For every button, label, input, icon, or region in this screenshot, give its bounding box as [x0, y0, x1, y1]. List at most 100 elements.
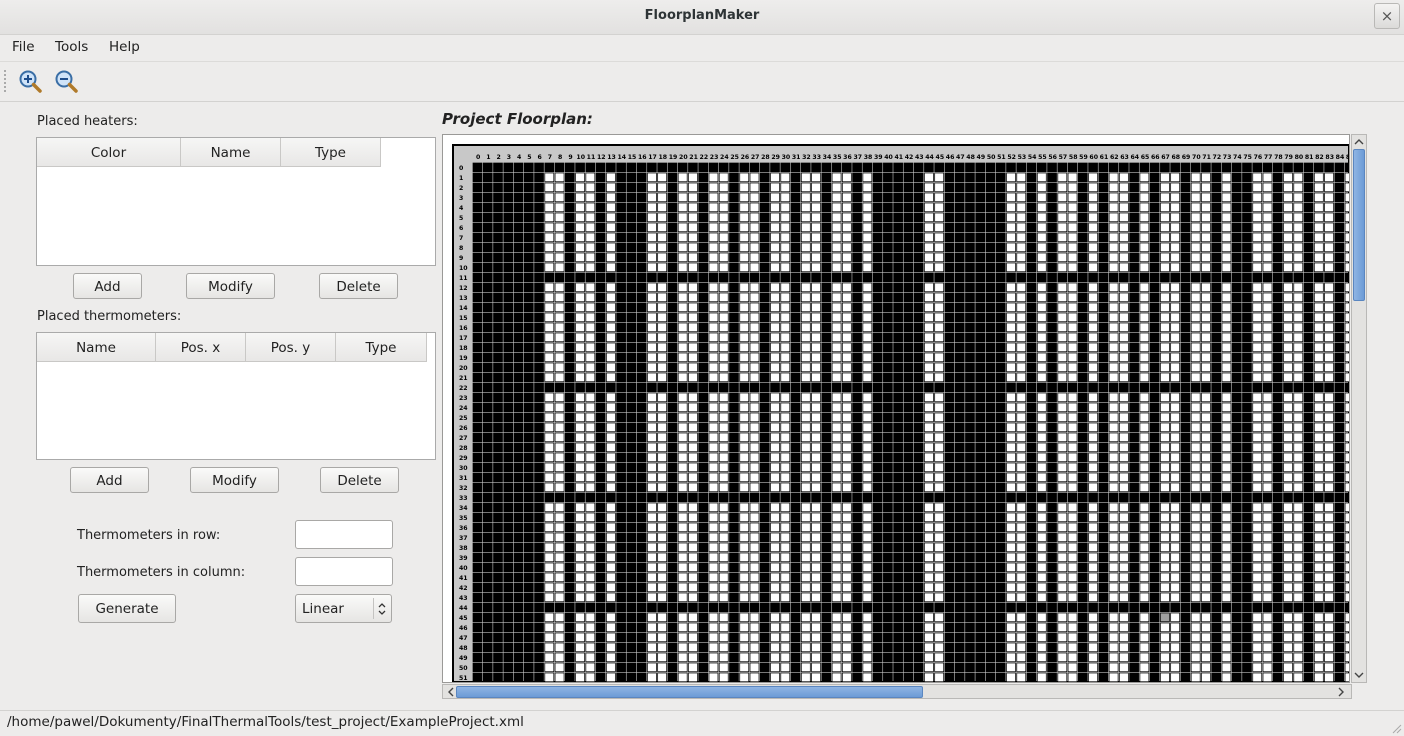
grid-cell[interactable]: [1170, 202, 1180, 213]
grid-cell[interactable]: [862, 362, 873, 373]
grid-cell[interactable]: [1211, 642, 1222, 653]
grid-cell[interactable]: [852, 672, 862, 682]
grid-cell[interactable]: [636, 232, 647, 243]
grid-cell[interactable]: [1211, 512, 1222, 523]
grid-cell[interactable]: [739, 652, 750, 663]
grid-cell[interactable]: [729, 192, 739, 203]
grid-cell[interactable]: [1047, 482, 1057, 493]
grid-cell[interactable]: [883, 302, 893, 313]
grid-cell[interactable]: [893, 642, 903, 653]
grid-cell[interactable]: [1334, 642, 1345, 653]
grid-cell[interactable]: [1324, 502, 1334, 513]
grid-cell[interactable]: [513, 552, 524, 563]
grid-cell[interactable]: [493, 482, 503, 493]
grid-cell[interactable]: [482, 632, 493, 643]
grid-cell[interactable]: [759, 532, 770, 543]
grid-cell[interactable]: [975, 252, 986, 263]
grid-cell[interactable]: [503, 462, 514, 473]
grid-cell[interactable]: [1119, 502, 1129, 513]
grid-cell[interactable]: [1334, 282, 1345, 293]
grid-cell[interactable]: [595, 522, 606, 533]
grid-cell[interactable]: [1139, 582, 1150, 593]
grid-cell[interactable]: [1231, 522, 1242, 533]
grid-cell[interactable]: [985, 342, 996, 353]
grid-cell[interactable]: [1098, 422, 1109, 433]
grid-cell[interactable]: [1057, 182, 1068, 193]
grid-cell[interactable]: [523, 172, 534, 183]
grid-cell[interactable]: [472, 242, 483, 253]
grid-cell[interactable]: [1139, 282, 1150, 293]
grid-cell[interactable]: [636, 482, 647, 493]
grid-cell[interactable]: [472, 212, 483, 223]
grid-cell[interactable]: [800, 362, 811, 373]
grid-cell[interactable]: [564, 182, 575, 193]
grid-cell[interactable]: [759, 342, 770, 353]
grid-cell[interactable]: [985, 422, 996, 433]
grid-cell[interactable]: [534, 642, 544, 653]
grid-cell[interactable]: [1201, 232, 1211, 243]
grid-cell[interactable]: [1283, 642, 1293, 653]
grid-cell[interactable]: [1344, 252, 1349, 263]
grid-cell[interactable]: [636, 622, 647, 633]
heater-delete-button[interactable]: Delete: [319, 273, 398, 299]
grid-cell[interactable]: [944, 612, 955, 623]
grid-cell[interactable]: [1160, 292, 1170, 303]
grid-cell[interactable]: [1098, 322, 1109, 333]
grid-cell[interactable]: [831, 232, 842, 243]
grid-cell[interactable]: [1180, 482, 1191, 493]
grid-cell[interactable]: [872, 332, 883, 343]
grid-cell[interactable]: [903, 182, 914, 193]
grid-cell[interactable]: [1160, 302, 1170, 313]
grid-cell[interactable]: [1006, 662, 1016, 673]
grid-cell[interactable]: [1026, 532, 1037, 543]
grid-cell[interactable]: [770, 492, 780, 503]
grid-cell[interactable]: [1160, 542, 1170, 553]
horizontal-scroll-thumb[interactable]: [456, 686, 923, 698]
grid-cell[interactable]: [1077, 372, 1088, 383]
grid-cell[interactable]: [698, 162, 709, 173]
grid-cell[interactable]: [575, 622, 585, 633]
grid-cell[interactable]: [1139, 292, 1150, 303]
grid-cell[interactable]: [985, 602, 996, 613]
grid-cell[interactable]: [975, 532, 986, 543]
grid-cell[interactable]: [985, 672, 996, 682]
grid-cell[interactable]: [749, 292, 760, 303]
grid-cell[interactable]: [831, 542, 842, 553]
grid-cell[interactable]: [523, 562, 534, 573]
grid-cell[interactable]: [811, 372, 821, 383]
grid-cell[interactable]: [1303, 212, 1314, 223]
grid-cell[interactable]: [1077, 432, 1088, 443]
grid-cell[interactable]: [800, 182, 811, 193]
grid-cell[interactable]: [1252, 642, 1263, 653]
grid-cell[interactable]: [954, 662, 965, 673]
grid-cell[interactable]: [708, 162, 719, 173]
grid-cell[interactable]: [544, 242, 555, 253]
grid-cell[interactable]: [1077, 642, 1088, 653]
grid-cell[interactable]: [944, 672, 955, 682]
grid-cell[interactable]: [975, 562, 986, 573]
grid-cell[interactable]: [1129, 562, 1139, 573]
grid-cell[interactable]: [883, 322, 893, 333]
grid-cell[interactable]: [749, 232, 760, 243]
grid-cell[interactable]: [1252, 252, 1263, 263]
grid-cell[interactable]: [1077, 392, 1088, 403]
grid-cell[interactable]: [965, 592, 975, 603]
grid-cell[interactable]: [493, 282, 503, 293]
grid-cell[interactable]: [1293, 492, 1304, 503]
grid-cell[interactable]: [1016, 312, 1027, 323]
grid-cell[interactable]: [780, 232, 791, 243]
grid-cell[interactable]: [1139, 402, 1150, 413]
grid-cell[interactable]: [872, 602, 883, 613]
grid-cell[interactable]: [862, 662, 873, 673]
grid-cell[interactable]: [780, 522, 791, 533]
grid-cell[interactable]: [1088, 622, 1098, 633]
grid-cell[interactable]: [1313, 622, 1324, 633]
grid-cell[interactable]: [759, 672, 770, 682]
grid-cell[interactable]: [1170, 632, 1180, 643]
grid-cell[interactable]: [1190, 572, 1201, 583]
grid-cell[interactable]: [503, 172, 514, 183]
grid-cell[interactable]: [1231, 342, 1242, 353]
grid-cell[interactable]: [985, 352, 996, 363]
grid-cell[interactable]: [1252, 352, 1263, 363]
grid-cell[interactable]: [1272, 602, 1283, 613]
